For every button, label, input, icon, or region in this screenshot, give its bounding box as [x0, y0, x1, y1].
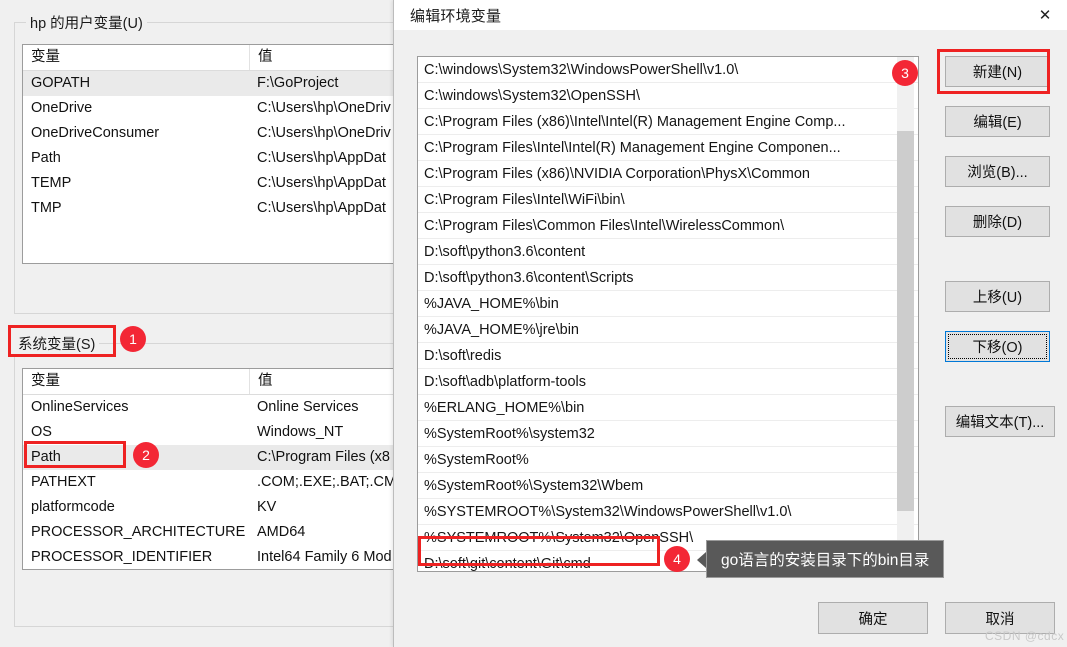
list-item[interactable]: %SystemRoot% — [418, 447, 918, 473]
list-item[interactable]: %JAVA_HOME%\bin — [418, 291, 918, 317]
new-button[interactable]: 新建(N) — [945, 56, 1050, 87]
ok-button-label: 确定 — [858, 611, 888, 628]
browse-button-label: 浏览(B)... — [967, 165, 1028, 181]
edit-text-button-label: 编辑文本(T)... — [955, 415, 1045, 431]
variable-name: TEMP — [31, 175, 72, 191]
user-variables-listview[interactable]: 变量 值 GOPATH F:\GoProject OneDrive C:\Use… — [22, 44, 424, 264]
table-row[interactable]: TMP C:\Users\hp\AppDat — [23, 196, 423, 221]
system-variables-label: 系统变量(S) — [14, 333, 100, 354]
move-up-button[interactable]: 上移(U) — [945, 281, 1050, 312]
table-row[interactable]: OneDrive C:\Users\hp\OneDriv — [23, 96, 423, 121]
variable-name: TMP — [31, 200, 62, 216]
table-row[interactable]: PROCESSOR_IDENTIFIER Intel64 Family 6 Mo… — [23, 545, 423, 569]
table-row[interactable]: OneDriveConsumer C:\Users\hp\OneDriv — [23, 121, 423, 146]
screenshot-root: hp 的用户变量(U) 变量 值 GOPATH F:\GoProject One… — [0, 0, 1067, 647]
delete-button-label: 删除(D) — [972, 215, 1023, 231]
browse-button[interactable]: 浏览(B)... — [945, 156, 1050, 187]
list-item[interactable]: %SystemRoot%\system32 — [418, 421, 918, 447]
new-button-label: 新建(N) — [972, 65, 1023, 81]
user-variables-label: hp 的用户变量(U) — [26, 12, 147, 33]
list-item[interactable]: C:\Program Files (x86)\Intel\Intel(R) Ma… — [418, 109, 918, 135]
list-item[interactable]: D:\soft\python3.6\content\Scripts — [418, 265, 918, 291]
list-item[interactable]: C:\Program Files\Intel\WiFi\bin\ — [418, 187, 918, 213]
variable-name: OS — [31, 424, 52, 440]
list-item[interactable]: %SystemRoot%\System32\Wbem — [418, 473, 918, 499]
list-item[interactable]: C:\Program Files\Common Files\Intel\Wire… — [418, 213, 918, 239]
variable-name: Path — [31, 150, 61, 166]
variable-name: OneDrive — [31, 100, 93, 116]
variable-name: PROCESSOR_ARCHITECTURE — [31, 524, 246, 540]
list-item[interactable]: C:\Program Files (x86)\NVIDIA Corporatio… — [418, 161, 918, 187]
user-variables-label-text: hp 的用户变量(U) — [30, 16, 143, 32]
variable-name: OnlineServices — [31, 399, 129, 415]
path-list-scrollbar-thumb[interactable] — [897, 131, 914, 511]
column-header-variable[interactable]: 变量 — [23, 45, 249, 70]
edit-button-label: 编辑(E) — [973, 115, 1022, 131]
table-row[interactable]: PROCESSOR_ARCHITECTURE AMD64 — [23, 520, 423, 545]
system-variables-label-text: 系统变量(S) — [18, 337, 96, 353]
annotation-badge-1: 1 — [120, 326, 146, 352]
table-row[interactable]: platformcode KV — [23, 495, 423, 520]
dialog-title: 编辑环境变量 — [410, 8, 502, 25]
list-item[interactable]: %ERLANG_HOME%\bin — [418, 395, 918, 421]
system-variables-listview[interactable]: 变量 值 OnlineServices Online Services OS W… — [22, 368, 424, 570]
table-row[interactable]: GOPATH F:\GoProject — [23, 71, 423, 96]
environment-variables-window: hp 的用户变量(U) 变量 值 GOPATH F:\GoProject One… — [0, 0, 486, 647]
list-item[interactable]: %SYSTEMROOT%\System32\WindowsPowerShell\… — [418, 499, 918, 525]
path-entries-list[interactable]: C:\windows\System32\WindowsPowerShell\v1… — [417, 56, 919, 572]
list-item[interactable]: D:\soft\python3.6\content — [418, 239, 918, 265]
list-item[interactable]: C:\windows\System32\OpenSSH\ — [418, 83, 918, 109]
annotation-badge-3: 3 — [892, 60, 918, 86]
table-row[interactable]: Path C:\Users\hp\AppDat — [23, 146, 423, 171]
table-row[interactable]: OnlineServices Online Services — [23, 395, 423, 420]
watermark: CSDN @cdcx — [985, 629, 1065, 643]
variable-name: platformcode — [31, 499, 115, 515]
delete-button[interactable]: 删除(D) — [945, 206, 1050, 237]
cancel-button-label: 取消 — [985, 611, 1015, 628]
close-icon[interactable]: ✕ — [1022, 0, 1067, 30]
table-row[interactable]: OS Windows_NT — [23, 420, 423, 445]
system-variables-header: 变量 值 — [23, 369, 423, 395]
variable-name: GOPATH — [31, 75, 91, 91]
table-row-path[interactable]: Path C:\Program Files (x8 — [23, 445, 423, 470]
edit-text-button[interactable]: 编辑文本(T)... — [945, 406, 1055, 437]
annotation-badge-4: 4 — [664, 546, 690, 572]
variable-name: PATHEXT — [31, 474, 96, 490]
tooltip-golang-bin: go语言的安装目录下的bin目录 — [706, 540, 945, 578]
list-item[interactable]: %JAVA_HOME%\jre\bin — [418, 317, 918, 343]
system-variables-rows: OnlineServices Online Services OS Window… — [23, 395, 423, 569]
ok-button[interactable]: 确定 — [818, 602, 928, 634]
variable-name: PROCESSOR_IDENTIFIER — [31, 549, 213, 565]
user-variables-rows: GOPATH F:\GoProject OneDrive C:\Users\hp… — [23, 71, 423, 221]
tooltip-tail — [697, 552, 706, 568]
column-header-variable[interactable]: 变量 — [23, 369, 249, 394]
list-item[interactable]: C:\Program Files\Intel\Intel(R) Manageme… — [418, 135, 918, 161]
list-item[interactable]: D:\soft\adb\platform-tools — [418, 369, 918, 395]
move-up-button-label: 上移(U) — [972, 290, 1023, 306]
list-item[interactable]: D:\soft\redis — [418, 343, 918, 369]
variable-name: OneDriveConsumer — [31, 125, 160, 141]
list-item[interactable]: C:\windows\System32\WindowsPowerShell\v1… — [418, 57, 918, 83]
move-down-button[interactable]: 下移(O) — [945, 331, 1050, 362]
user-variables-header: 变量 值 — [23, 45, 423, 71]
move-down-button-label: 下移(O) — [972, 340, 1023, 356]
edit-button[interactable]: 编辑(E) — [945, 106, 1050, 137]
table-row[interactable]: TEMP C:\Users\hp\AppDat — [23, 171, 423, 196]
table-row[interactable]: PATHEXT .COM;.EXE;.BAT;.CM — [23, 470, 423, 495]
annotation-badge-2: 2 — [133, 442, 159, 468]
